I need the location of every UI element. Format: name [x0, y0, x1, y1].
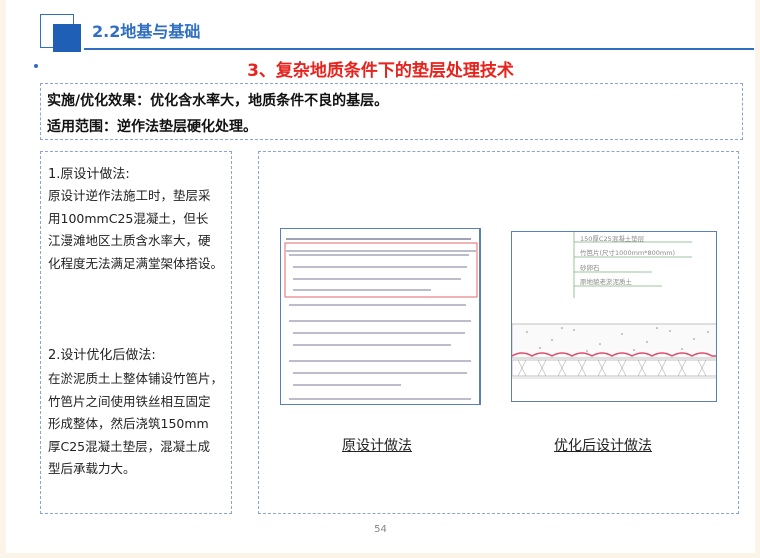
header-divider	[84, 48, 754, 50]
original-design-caption: 原设计做法	[342, 438, 412, 454]
effect-line: 实施/优化效果：优化含水率大，地质条件不良的基层。	[47, 93, 389, 109]
original-design-drawing	[280, 228, 481, 405]
optimized-method-heading: 2.设计优化后做法:	[48, 348, 156, 363]
layer-label-silt: 原地貌老淤泥质土	[580, 277, 633, 286]
layer-label-bamboo: 竹笆片(尺寸1000mm*800mm)	[580, 248, 675, 257]
section-title: 2.2地基与基础	[92, 22, 201, 41]
optimized-design-caption: 优化后设计做法	[554, 438, 652, 454]
section-detail-image: 150厚C25混凝土垫层 竹笆片(尺寸1000mm*800mm) 砂卵石 原地貌…	[512, 232, 716, 401]
layer-label-concrete: 150厚C25混凝土垫层	[580, 234, 645, 243]
page-number: 54	[374, 524, 387, 535]
original-method-heading: 1.原设计做法:	[48, 167, 130, 182]
optimized-design-drawing: 150厚C25混凝土垫层 竹笆片(尺寸1000mm*800mm) 砂卵石 原地貌…	[511, 231, 717, 402]
logo-square-fill	[53, 24, 81, 52]
method-text-panel: 1.原设计做法: 原设计逆作法施工时，垫层采 用100mmC25混凝土，但长 江…	[40, 151, 232, 514]
slide-title: 3、复杂地质条件下的垫层处理技术	[247, 61, 514, 81]
optimized-method-text: 在淤泥质土上整体铺设竹笆片， 竹笆片之间使用铁丝相互固定 形成整体，然后浇筑15…	[48, 371, 224, 476]
spec-notes-image	[281, 229, 480, 404]
layer-label-gravel: 砂卵石	[580, 263, 600, 272]
drawing-panel: 150厚C25混凝土垫层 竹笆片(尺寸1000mm*800mm) 砂卵石 原地貌…	[258, 151, 739, 514]
effect-box: 实施/优化效果：优化含水率大，地质条件不良的基层。 适用范围：逆作法垫层硬化处理…	[40, 83, 743, 140]
scope-line: 适用范围：逆作法垫层硬化处理。	[47, 119, 257, 135]
original-method-text: 原设计逆作法施工时，垫层采 用100mmC25混凝土，但长 江漫滩地区土质含水率…	[48, 188, 224, 271]
slide: 2.2地基与基础 3、复杂地质条件下的垫层处理技术 实施/优化效果：优化含水率大…	[6, 0, 755, 553]
